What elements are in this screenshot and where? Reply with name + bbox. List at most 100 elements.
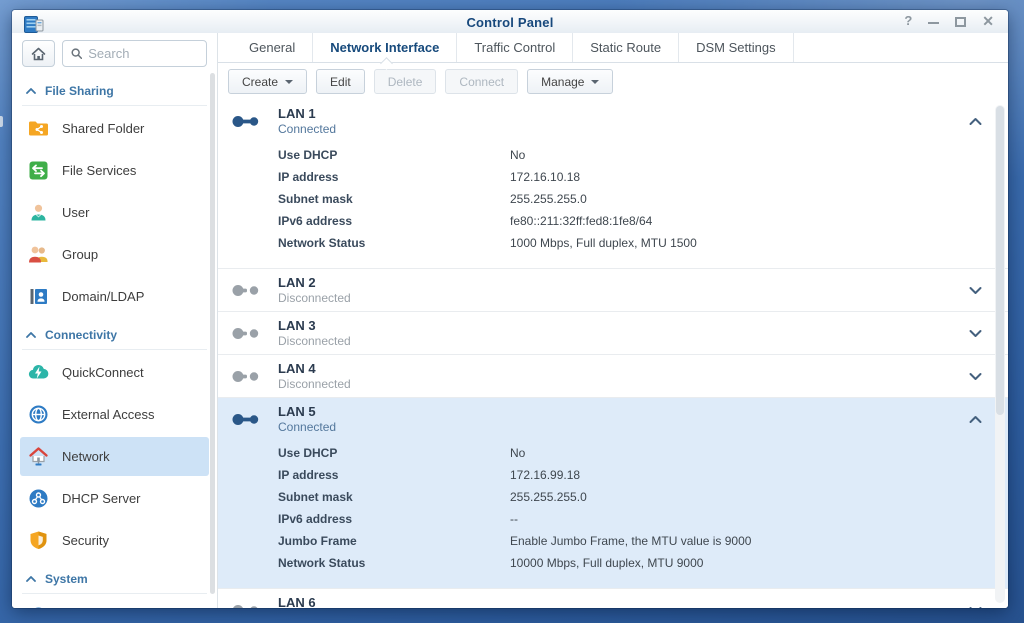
detail-row: Jumbo Frame Enable Jumbo Frame, the MTU …: [278, 530, 994, 552]
interface-header[interactable]: LAN 4 Disconnected: [232, 355, 994, 397]
detail-row: Subnet mask 255.255.255.0: [278, 188, 994, 210]
detail-label: Network Status: [278, 556, 510, 570]
detail-value: 255.255.255.0: [510, 192, 587, 206]
interface-status: Disconnected: [278, 377, 351, 391]
detail-row: Network Status 1000 Mbps, Full duplex, M…: [278, 232, 994, 254]
sidebar-item-shared-folder[interactable]: Shared Folder: [20, 109, 209, 148]
chevron-up-icon: [26, 88, 36, 94]
sidebar-item-network[interactable]: Network: [20, 437, 209, 476]
sidebar-item-quickconnect[interactable]: QuickConnect: [20, 353, 209, 392]
expand-chevron-down-icon[interactable]: [969, 286, 982, 295]
tab-traffic-control[interactable]: Traffic Control: [457, 33, 573, 62]
file-services-icon: [28, 160, 49, 181]
help-button[interactable]: ?: [904, 13, 912, 29]
interface-lan1: LAN 1 Connected Use DHCP No I: [218, 100, 1008, 268]
home-icon: [31, 47, 46, 61]
connect-button-label: Connect: [459, 75, 504, 89]
interface-header[interactable]: LAN 3 Disconnected: [232, 312, 994, 354]
sidebar-item-domain-ldap[interactable]: Domain/LDAP: [20, 277, 209, 316]
sidebar-item-file-services[interactable]: File Services: [20, 151, 209, 190]
info-center-icon: [28, 606, 49, 608]
detail-label: Network Status: [278, 236, 510, 250]
toolbar: Create Edit Delete Connect Manage: [218, 63, 1008, 100]
network-icon: [28, 446, 49, 467]
sidebar-item-info-center[interactable]: Info Center: [20, 597, 209, 608]
section-connectivity[interactable]: Connectivity: [22, 319, 207, 350]
interface-lan5: LAN 5 Connected Use DHCP No I: [218, 397, 1008, 588]
sidebar-scrollbar[interactable]: [210, 73, 215, 594]
detail-value: 255.255.255.0: [510, 490, 587, 504]
content-panel: General Network Interface Traffic Contro…: [218, 33, 1008, 608]
security-shield-icon: [28, 530, 49, 551]
search-icon: [71, 47, 82, 60]
sidebar-item-label: User: [62, 205, 89, 220]
control-panel-window: Control Panel ? ✕: [12, 10, 1008, 608]
interface-header[interactable]: LAN 1 Connected: [232, 100, 994, 142]
interface-status: Disconnected: [278, 334, 351, 348]
close-button[interactable]: ✕: [982, 13, 994, 29]
tab-dsm-settings[interactable]: DSM Settings: [679, 33, 793, 62]
create-button[interactable]: Create: [228, 69, 307, 94]
interface-header[interactable]: LAN 5 Connected: [232, 398, 994, 440]
create-button-label: Create: [242, 75, 278, 89]
detail-value: --: [510, 512, 518, 526]
manage-button[interactable]: Manage: [527, 69, 613, 94]
edit-button[interactable]: Edit: [316, 69, 365, 94]
delete-button-label: Delete: [388, 75, 423, 89]
sidebar-item-dhcp-server[interactable]: DHCP Server: [20, 479, 209, 518]
sidebar-item-external-access[interactable]: External Access: [20, 395, 209, 434]
detail-value: No: [510, 446, 525, 460]
detail-label: Use DHCP: [278, 148, 510, 162]
detail-value: 10000 Mbps, Full duplex, MTU 9000: [510, 556, 703, 570]
tab-general[interactable]: General: [232, 33, 313, 62]
section-label: File Sharing: [45, 84, 114, 98]
maximize-button[interactable]: [955, 17, 966, 27]
interface-header[interactable]: LAN 6 Disconnected: [232, 589, 994, 608]
sidebar-item-user[interactable]: User: [20, 193, 209, 232]
content-scrollbar-thumb[interactable]: [996, 106, 1004, 415]
content-scrollbar[interactable]: [995, 105, 1005, 603]
connect-button: Connect: [445, 69, 518, 94]
detail-row: IPv6 address --: [278, 508, 994, 530]
detail-value: 1000 Mbps, Full duplex, MTU 1500: [510, 236, 697, 250]
section-file-sharing[interactable]: File Sharing: [22, 75, 207, 106]
detail-label: Subnet mask: [278, 192, 510, 206]
expand-chevron-down-icon[interactable]: [969, 329, 982, 338]
interface-header[interactable]: LAN 2 Disconnected: [232, 269, 994, 311]
minimize-button[interactable]: [928, 14, 939, 28]
interface-details: Use DHCP No IP address 172.16.10.18 Subn…: [232, 142, 994, 268]
external-access-icon: [28, 404, 49, 425]
section-system[interactable]: System: [22, 563, 207, 594]
edit-button-label: Edit: [330, 75, 351, 89]
tab-static-route[interactable]: Static Route: [573, 33, 679, 62]
chevron-up-icon: [26, 332, 36, 338]
detail-value: Enable Jumbo Frame, the MTU value is 900…: [510, 534, 751, 548]
detail-value: 172.16.99.18: [510, 468, 580, 482]
sidebar-item-group[interactable]: Group: [20, 235, 209, 274]
detail-value: No: [510, 148, 525, 162]
dhcp-server-icon: [28, 488, 49, 509]
detail-row: IP address 172.16.99.18: [278, 464, 994, 486]
expand-chevron-down-icon[interactable]: [969, 372, 982, 381]
domain-ldap-icon: [28, 286, 49, 307]
connected-plug-icon: [232, 113, 260, 130]
collapse-chevron-up-icon[interactable]: [969, 415, 982, 424]
detail-label: Jumbo Frame: [278, 534, 510, 548]
section-label: Connectivity: [45, 328, 117, 342]
sidebar-item-security[interactable]: Security: [20, 521, 209, 560]
expand-chevron-down-icon[interactable]: [969, 606, 982, 608]
manage-button-label: Manage: [541, 75, 584, 89]
search-box[interactable]: [62, 40, 207, 67]
detail-value: 172.16.10.18: [510, 170, 580, 184]
detail-label: IP address: [278, 170, 510, 184]
group-icon: [28, 244, 49, 265]
home-button[interactable]: [22, 40, 55, 67]
detail-label: Subnet mask: [278, 490, 510, 504]
interface-lan4: LAN 4 Disconnected: [218, 354, 1008, 397]
quickconnect-icon: [28, 362, 49, 383]
detail-label: IPv6 address: [278, 214, 510, 228]
interface-lan2: LAN 2 Disconnected: [218, 268, 1008, 311]
search-input[interactable]: [88, 46, 198, 61]
collapse-chevron-up-icon[interactable]: [969, 117, 982, 126]
detail-row: Subnet mask 255.255.255.0: [278, 486, 994, 508]
